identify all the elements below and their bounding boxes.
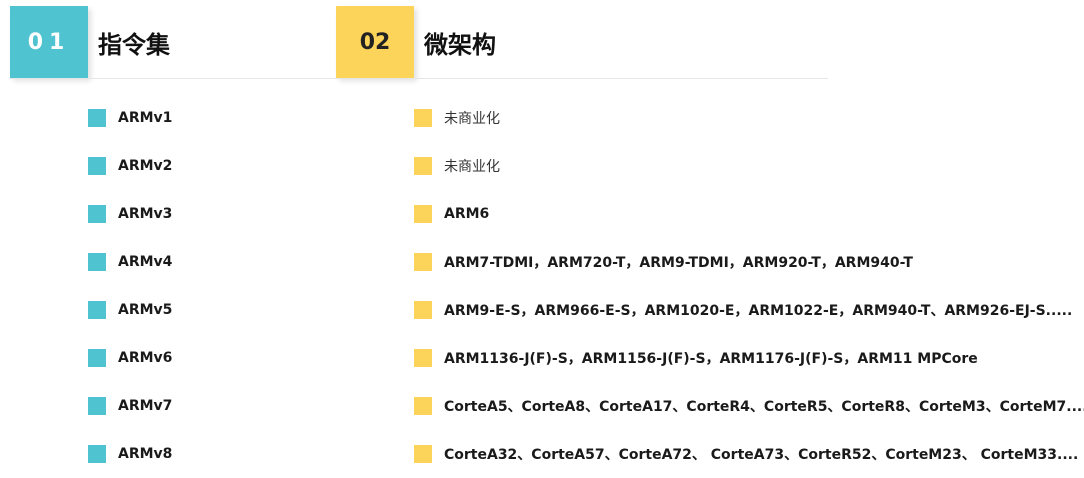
list-item: ARMv4 [88,238,172,286]
list-item: ARM1136-J(F)-S，ARM1156-J(F)-S，ARM1176-J(… [414,334,1084,382]
bullet-square-icon [88,205,106,223]
list-item: ARMv7 [88,382,172,430]
instruction-set-label: ARMv2 [118,158,173,174]
instruction-set-label: ARMv3 [118,206,173,222]
list-item: ARMv2 [88,142,172,190]
microarchitecture-label: ARM6 [444,206,490,222]
section-number-badge-01: 01 [10,6,88,78]
list-item: ARM6 [414,190,1084,238]
list-item: ARMv1 [88,94,172,142]
microarchitecture-label: ARM9-E-S，ARM966-E-S，ARM1020-E，ARM1022-E，… [444,303,1073,319]
bullet-square-icon [88,349,106,367]
bullet-square-icon [414,397,432,415]
section-header-instruction-set: 01 指令集 [10,6,170,78]
bullet-square-icon [414,253,432,271]
section-number-badge-02: 02 [336,6,414,78]
section-title-microarchitecture: 微架构 [424,30,496,59]
bullet-square-icon [88,157,106,175]
list-item: CorteA5、CorteA8、CorteA17、CorteR4、CorteR5… [414,382,1084,430]
microarchitecture-label: ARM1136-J(F)-S，ARM1156-J(F)-S，ARM1176-J(… [444,351,978,367]
list-item: ARMv6 [88,334,172,382]
instruction-set-label: ARMv5 [118,302,173,318]
list-item: ARM9-E-S，ARM966-E-S，ARM1020-E，ARM1022-E，… [414,286,1084,334]
list-item: 未商业化 [414,142,1084,190]
bullet-square-icon [414,109,432,127]
bullet-square-icon [414,445,432,463]
bullet-square-icon [88,109,106,127]
list-item: ARMv5 [88,286,172,334]
list-item: ARM7-TDMI，ARM720-T，ARM9-TDMI，ARM920-T，AR… [414,238,1084,286]
list-item: ARMv8 [88,430,172,478]
instruction-set-label: ARMv6 [118,350,173,366]
instruction-set-label: ARMv7 [118,398,173,414]
microarchitecture-list: 未商业化 未商业化 ARM6 ARM7-TDMI，ARM720-T，ARM9-T… [414,94,1084,478]
bullet-square-icon [88,301,106,319]
microarchitecture-label: 未商业化 [444,111,500,127]
section-title-instruction-set: 指令集 [98,30,170,59]
bullet-square-icon [88,445,106,463]
list-item: CorteA32、CorteA57、CorteA72、 CorteA73、Cor… [414,430,1084,478]
bullet-square-icon [414,157,432,175]
bullet-square-icon [414,349,432,367]
instruction-set-label: ARMv4 [118,254,173,270]
microarchitecture-label: CorteA5、CorteA8、CorteA17、CorteR4、CorteR5… [444,399,1084,415]
bullet-square-icon [414,301,432,319]
instruction-set-label: ARMv8 [118,446,173,462]
list-item: 未商业化 [414,94,1084,142]
microarchitecture-label: ARM7-TDMI，ARM720-T，ARM9-TDMI，ARM920-T，AR… [444,255,913,271]
instruction-set-label: ARMv1 [118,110,173,126]
microarchitecture-label: CorteA32、CorteA57、CorteA72、 CorteA73、Cor… [444,447,1079,463]
list-item: ARMv3 [88,190,172,238]
bullet-square-icon [414,205,432,223]
section-header-microarchitecture: 02 微架构 [336,6,496,78]
bullet-square-icon [88,397,106,415]
microarchitecture-label: 未商业化 [444,159,500,175]
instruction-set-list: ARMv1 ARMv2 ARMv3 ARMv4 ARMv5 ARMv6 ARMv… [88,94,172,478]
bullet-square-icon [88,253,106,271]
header-divider [10,78,828,79]
